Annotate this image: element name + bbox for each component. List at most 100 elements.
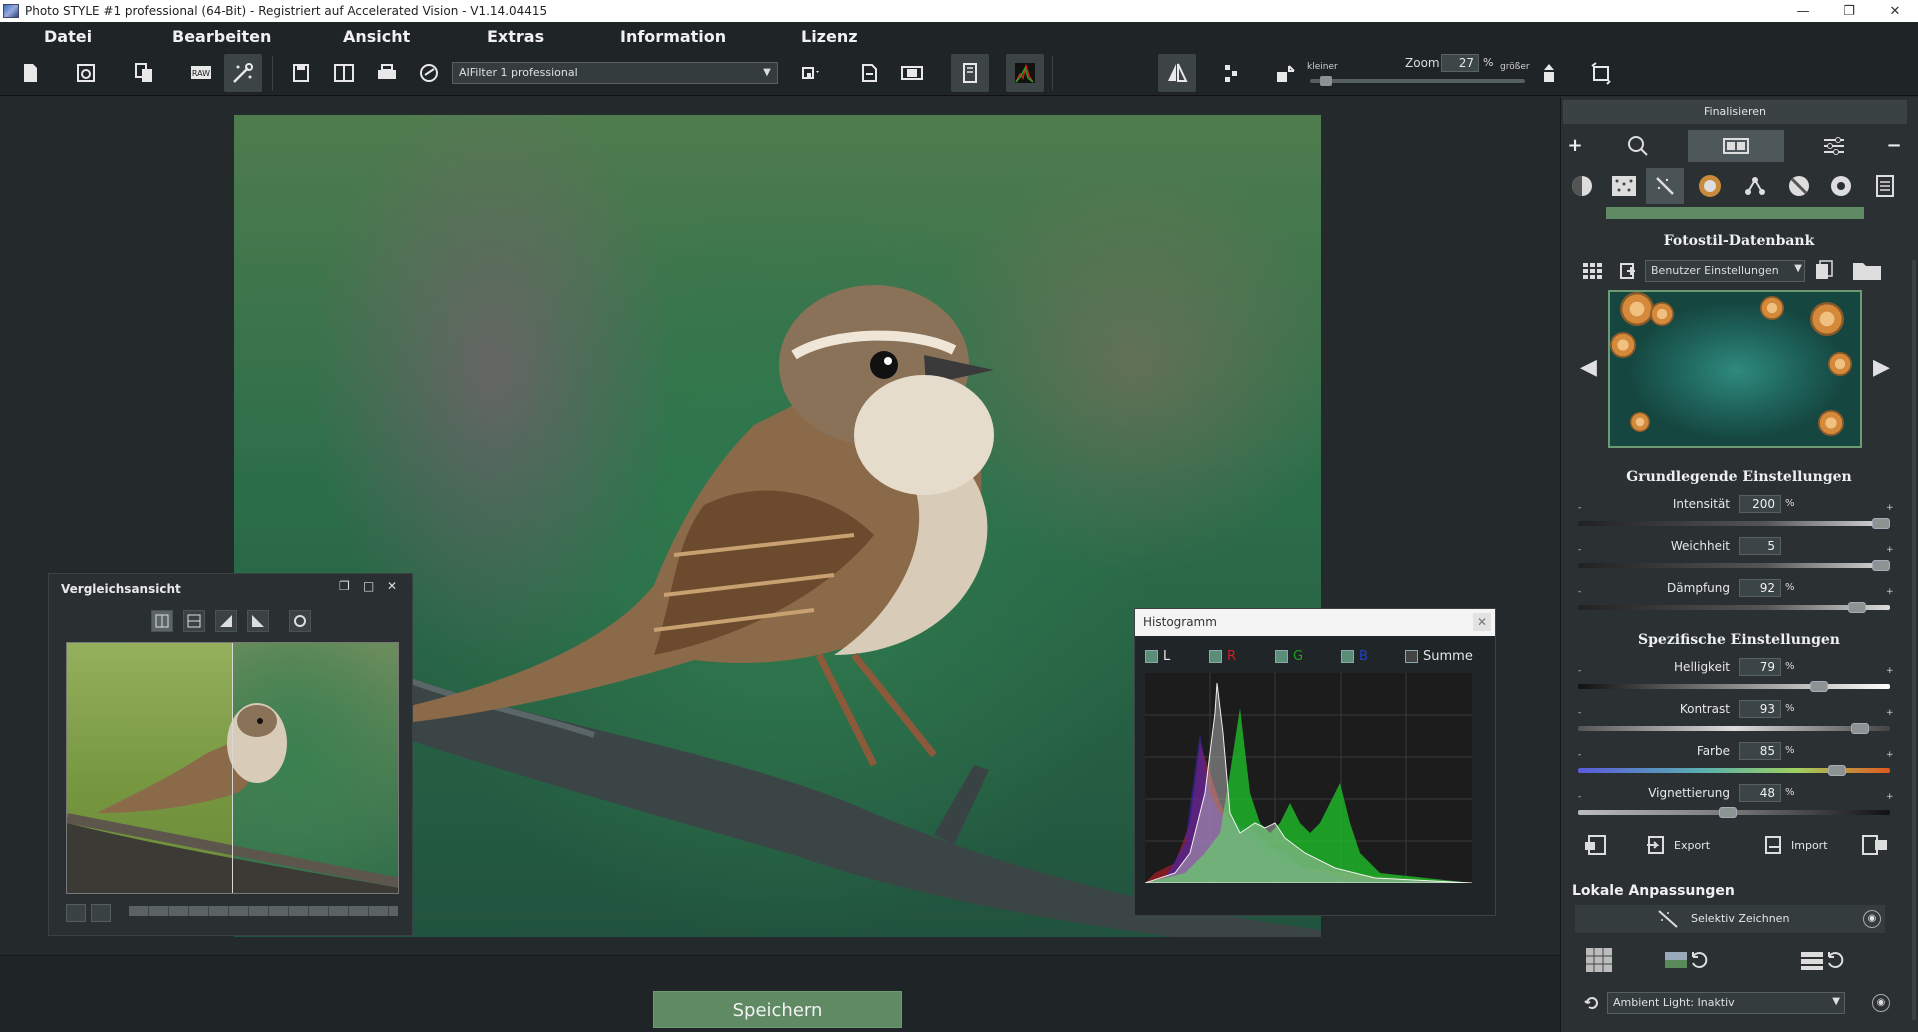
tone-icon[interactable] — [1563, 168, 1601, 204]
aperture-icon[interactable] — [1822, 168, 1860, 204]
raw-icon[interactable]: RAW — [182, 54, 220, 92]
print-icon[interactable] — [368, 54, 406, 92]
sum-toggle[interactable]: Summe — [1405, 649, 1473, 664]
slider-thumb[interactable] — [1851, 723, 1870, 734]
slider-thumb[interactable] — [1848, 602, 1867, 613]
mask-grid-icon[interactable] — [1584, 946, 1614, 974]
grain-icon[interactable] — [1605, 168, 1643, 204]
save-as-icon[interactable] — [325, 54, 363, 92]
slider-thumb[interactable] — [1719, 807, 1738, 818]
swap-layers-icon[interactable] — [1798, 946, 1848, 974]
channel-g-toggle[interactable]: G — [1275, 649, 1303, 664]
info-panel-icon[interactable] — [951, 54, 989, 92]
split-horizontal-icon[interactable] — [183, 610, 205, 632]
slider-value-input[interactable]: 92 — [1739, 579, 1781, 597]
nodes-icon[interactable] — [1736, 168, 1774, 204]
maximize-button[interactable]: ❐ — [1826, 0, 1872, 22]
swap-gradient-icon[interactable] — [1662, 946, 1712, 974]
mirror-icon[interactable] — [1158, 54, 1196, 92]
export-button[interactable]: Export — [1646, 833, 1710, 857]
zoom-slider-track[interactable] — [1310, 79, 1525, 83]
zoom-value-input[interactable]: 27 — [1441, 54, 1479, 72]
zoom-out-icon[interactable] — [1266, 54, 1304, 92]
menu-ansicht[interactable]: Ansicht — [343, 27, 410, 46]
comparison-image[interactable] — [66, 642, 399, 894]
save-button[interactable]: Speichern — [653, 991, 902, 1028]
tab-search[interactable] — [1590, 130, 1686, 162]
refresh-icon[interactable] — [1582, 993, 1602, 1013]
channel-l-toggle[interactable]: L — [1145, 649, 1170, 664]
fit-to-window-icon[interactable] — [1582, 54, 1620, 92]
import-button[interactable]: Import — [1763, 833, 1828, 857]
database-select[interactable]: Benutzer Einstellungen ▼ — [1645, 260, 1805, 282]
zoom-in-icon[interactable] — [1530, 54, 1568, 92]
load-preset-icon[interactable] — [1860, 833, 1890, 857]
slider-thumb[interactable] — [1827, 765, 1846, 776]
remove-icon[interactable]: − — [1882, 133, 1906, 159]
slider-track[interactable] — [1578, 605, 1890, 610]
selective-draw-button[interactable]: Selektiv Zeichnen ◉ — [1575, 905, 1885, 933]
share-icon[interactable] — [410, 54, 448, 92]
slider-thumb[interactable] — [1872, 518, 1890, 529]
new-file-icon[interactable] — [11, 54, 49, 92]
comparison-filmstrip[interactable] — [129, 906, 398, 916]
split-vertical-icon[interactable] — [151, 610, 173, 632]
color-wheel-icon[interactable] — [1691, 168, 1729, 204]
ai-filter-icon[interactable] — [224, 54, 262, 92]
folder-icon[interactable] — [1850, 258, 1884, 282]
histogram-toggle-icon[interactable] — [1006, 54, 1044, 92]
slider-value-input[interactable]: 200 — [1739, 495, 1781, 513]
menu-extras[interactable]: Extras — [487, 27, 544, 46]
save-icon[interactable] — [282, 54, 320, 92]
filmstrip-icon[interactable] — [893, 54, 931, 92]
grid-view-icon[interactable] — [1580, 260, 1606, 282]
menu-datei[interactable]: Datei — [44, 27, 92, 46]
add-style-icon[interactable] — [1616, 260, 1640, 282]
document-icon[interactable] — [1866, 168, 1904, 204]
channel-b-toggle[interactable]: B — [1341, 649, 1368, 664]
tab-adjustments[interactable] — [1786, 130, 1882, 162]
comparison-divider[interactable] — [232, 643, 233, 893]
menu-lizenz[interactable]: Lizenz — [801, 27, 858, 46]
next-style-icon[interactable]: ▶ — [1873, 355, 1893, 383]
previous-style-icon[interactable]: ◀ — [1580, 355, 1600, 383]
filter-select[interactable]: AIFilter 1 professional ▼ — [452, 62, 778, 84]
compare-settings-icon[interactable] — [289, 610, 311, 632]
finalize-header[interactable]: Finalisieren — [1563, 100, 1907, 124]
slider-track[interactable] — [1578, 684, 1890, 689]
slider-thumb[interactable] — [1810, 681, 1829, 692]
ambient-light-select[interactable]: Ambient Light: Inaktiv ▼ — [1607, 992, 1845, 1014]
apply-style-button[interactable] — [1606, 207, 1864, 219]
save-preset-icon[interactable] — [1582, 833, 1610, 857]
maximize-icon[interactable]: □ — [363, 579, 374, 593]
zoom-slider-thumb[interactable] — [1320, 76, 1333, 86]
restore-icon[interactable]: ❐ — [339, 579, 350, 593]
copy-style-icon[interactable] — [1812, 258, 1836, 282]
compare-fill-icon[interactable] — [91, 904, 111, 922]
layout-options-icon[interactable] — [792, 54, 830, 92]
style-preview-image[interactable] — [1608, 290, 1862, 448]
slider-value-input[interactable]: 5 — [1739, 537, 1781, 555]
slider-value-input[interactable]: 48 — [1739, 784, 1781, 802]
visibility-icon[interactable]: ◉ — [1872, 994, 1890, 1012]
slider-track[interactable] — [1578, 726, 1890, 731]
minimize-button[interactable]: — — [1780, 0, 1826, 22]
visibility-icon[interactable]: ◉ — [1863, 910, 1881, 928]
menu-information[interactable]: Information — [620, 27, 726, 46]
compare-grid-icon[interactable] — [66, 904, 86, 922]
slider-thumb[interactable] — [1872, 560, 1890, 571]
history-icon[interactable] — [67, 54, 105, 92]
slider-value-input[interactable]: 79 — [1739, 658, 1781, 676]
slider-value-input[interactable]: 93 — [1739, 700, 1781, 718]
split-diagonal-icon[interactable] — [215, 610, 237, 632]
slider-track[interactable] — [1578, 563, 1890, 568]
tab-compare[interactable] — [1688, 130, 1784, 162]
menu-bearbeiten[interactable]: Bearbeiten — [172, 27, 271, 46]
add-icon[interactable]: + — [1563, 133, 1587, 159]
split-diagonal-reverse-icon[interactable] — [247, 610, 269, 632]
magic-wand-icon[interactable] — [1646, 168, 1684, 204]
batch-icon[interactable] — [125, 54, 163, 92]
close-icon[interactable]: ✕ — [387, 579, 397, 593]
close-window-button[interactable]: ✕ — [1872, 0, 1918, 22]
slider-value-input[interactable]: 85 — [1739, 742, 1781, 760]
